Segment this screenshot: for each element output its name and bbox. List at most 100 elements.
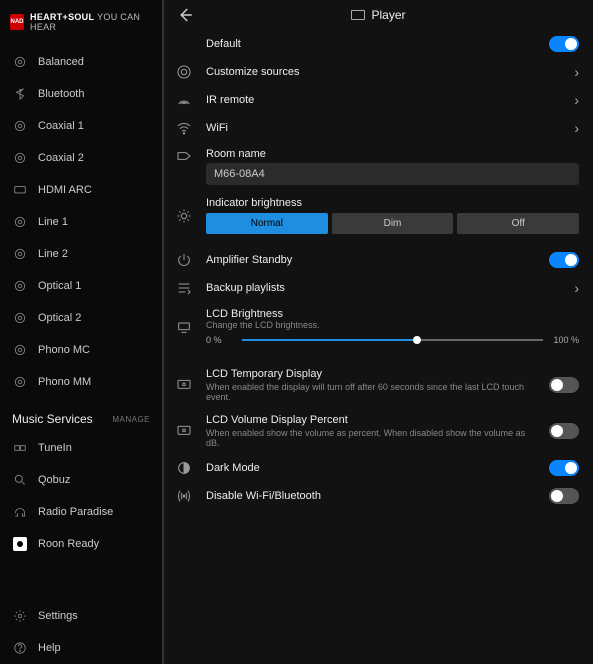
dark-mode-toggle[interactable]: [549, 460, 579, 476]
row-lcd-temporary-display: LCD Temporary Display When enabled the d…: [174, 362, 579, 408]
remote-icon: [174, 92, 194, 108]
sidebar-item-label: Line 1: [38, 216, 68, 228]
sidebar-footer-help[interactable]: Help: [0, 632, 162, 664]
display-icon: [12, 182, 28, 198]
sidebar-service-qobuz[interactable]: Qobuz: [0, 464, 162, 496]
sidebar-input-phono-mc[interactable]: Phono MC: [0, 334, 162, 366]
room-name-label: Room name: [206, 148, 579, 160]
sidebar-item-label: Radio Paradise: [38, 506, 113, 518]
sidebar-item-label: Line 2: [38, 248, 68, 260]
sidebar-item-label: Bluetooth: [38, 88, 84, 100]
sidebar-item-label: HDMI ARC: [38, 184, 92, 196]
target-icon: [174, 64, 194, 80]
row-backup-playlists[interactable]: Backup playlists ›: [174, 274, 579, 302]
brightness-icon: [174, 319, 194, 335]
indicator-segmented: Normal Dim Off: [206, 213, 579, 234]
row-dark-mode: Dark Mode: [174, 454, 579, 482]
chevron-right-icon: ›: [574, 280, 579, 296]
sidebar-input-balanced[interactable]: Balanced: [0, 46, 162, 78]
chevron-right-icon: ›: [574, 92, 579, 108]
sidebar-input-optical-1[interactable]: Optical 1: [0, 270, 162, 302]
gear-icon: [12, 608, 28, 624]
sidebar-service-roon-ready[interactable]: Roon Ready: [0, 528, 162, 560]
sidebar-input-hdmi-arc[interactable]: HDMI ARC: [0, 174, 162, 206]
row-amplifier-standby: Amplifier Standby: [174, 246, 579, 274]
manage-link[interactable]: MANAGE: [112, 415, 150, 424]
main-panel: Player Default Customize sources › IR re…: [162, 0, 593, 664]
sidebar-input-coaxial-1[interactable]: Coaxial 1: [0, 110, 162, 142]
room-name-input[interactable]: [206, 163, 579, 185]
search-icon: [12, 472, 28, 488]
sidebar-service-tunein[interactable]: TuneIn: [0, 432, 162, 464]
row-disable-wifi-bt: Disable Wi-Fi/Bluetooth: [174, 482, 579, 510]
sidebar-item-label: Phono MC: [38, 344, 90, 356]
disable-wifi-bt-toggle[interactable]: [549, 488, 579, 504]
chevron-right-icon: ›: [574, 120, 579, 136]
lcd-volume-toggle[interactable]: [549, 423, 579, 439]
lcd-brightness-slider[interactable]: [242, 334, 543, 346]
circle-icon: [12, 150, 28, 166]
brand-tagline: HEART+SOUL YOU CAN HEAR: [30, 12, 152, 32]
sidebar-input-phono-mm[interactable]: Phono MM: [0, 366, 162, 398]
indicator-option-dim[interactable]: Dim: [332, 213, 454, 234]
back-button[interactable]: [176, 6, 194, 27]
lcd-temporary-toggle[interactable]: [549, 377, 579, 393]
default-label: Default: [206, 38, 537, 50]
help-icon: [12, 640, 28, 656]
player-icon: [351, 10, 365, 20]
sidebar-item-label: Roon Ready: [38, 538, 99, 550]
brand: NAD HEART+SOUL YOU CAN HEAR: [0, 8, 162, 46]
antenna-icon: [174, 488, 194, 504]
circle-icon: [12, 310, 28, 326]
sidebar-item-label: Coaxial 2: [38, 152, 84, 164]
sidebar-input-coaxial-2[interactable]: Coaxial 2: [0, 142, 162, 174]
bluetooth-icon: [12, 86, 28, 102]
row-ir-remote[interactable]: IR remote ›: [174, 86, 579, 114]
circle-icon: [12, 54, 28, 70]
circle-icon: [12, 118, 28, 134]
amplifier-standby-toggle[interactable]: [549, 252, 579, 268]
sidebar-input-line-1[interactable]: Line 1: [0, 206, 162, 238]
sidebar-item-label: TuneIn: [38, 442, 72, 454]
display-icon: [174, 423, 194, 439]
tag-icon: [174, 148, 194, 164]
sidebar-input-line-2[interactable]: Line 2: [0, 238, 162, 270]
row-lcd-brightness: LCD Brightness Change the LCD brightness…: [174, 302, 579, 352]
sidebar: NAD HEART+SOUL YOU CAN HEAR Balanced Blue…: [0, 0, 162, 664]
services-title: Music Services: [12, 412, 93, 426]
page-title: Player: [351, 8, 405, 22]
lcd-brightness-sub: Change the LCD brightness.: [206, 320, 579, 330]
lcd-brightness-label: LCD Brightness: [206, 308, 579, 320]
power-icon: [174, 252, 194, 268]
circle-icon: [12, 342, 28, 358]
indicator-option-off[interactable]: Off: [457, 213, 579, 234]
roon-icon: [12, 536, 28, 552]
sidebar-input-bluetooth[interactable]: Bluetooth: [0, 78, 162, 110]
indicator-option-normal[interactable]: Normal: [206, 213, 328, 234]
default-toggle[interactable]: [549, 36, 579, 52]
row-default: Default: [174, 30, 579, 58]
sidebar-item-label: Settings: [38, 610, 78, 622]
circle-icon: [12, 278, 28, 294]
header: Player: [164, 0, 593, 30]
row-room-name: Room name: [174, 142, 579, 191]
sidebar-service-radio-paradise[interactable]: Radio Paradise: [0, 496, 162, 528]
sidebar-footer-settings[interactable]: Settings: [0, 600, 162, 632]
sidebar-item-label: Qobuz: [38, 474, 70, 486]
indicator-label: Indicator brightness: [206, 197, 579, 209]
tunein-icon: [12, 440, 28, 456]
sun-icon: [174, 208, 194, 224]
music-services-header: Music Services MANAGE: [0, 398, 162, 432]
circle-icon: [12, 214, 28, 230]
row-lcd-volume-percent: LCD Volume Display Percent When enabled …: [174, 408, 579, 454]
row-customize-sources[interactable]: Customize sources ›: [174, 58, 579, 86]
slider-max-label: 100 %: [551, 335, 579, 345]
sidebar-input-optical-2[interactable]: Optical 2: [0, 302, 162, 334]
sidebar-item-label: Balanced: [38, 56, 84, 68]
sidebar-item-label: Coaxial 1: [38, 120, 84, 132]
sidebar-item-label: Optical 1: [38, 280, 81, 292]
display-icon: [174, 377, 194, 393]
row-wifi[interactable]: WiFi ›: [174, 114, 579, 142]
list-icon: [174, 280, 194, 296]
headphones-icon: [12, 504, 28, 520]
